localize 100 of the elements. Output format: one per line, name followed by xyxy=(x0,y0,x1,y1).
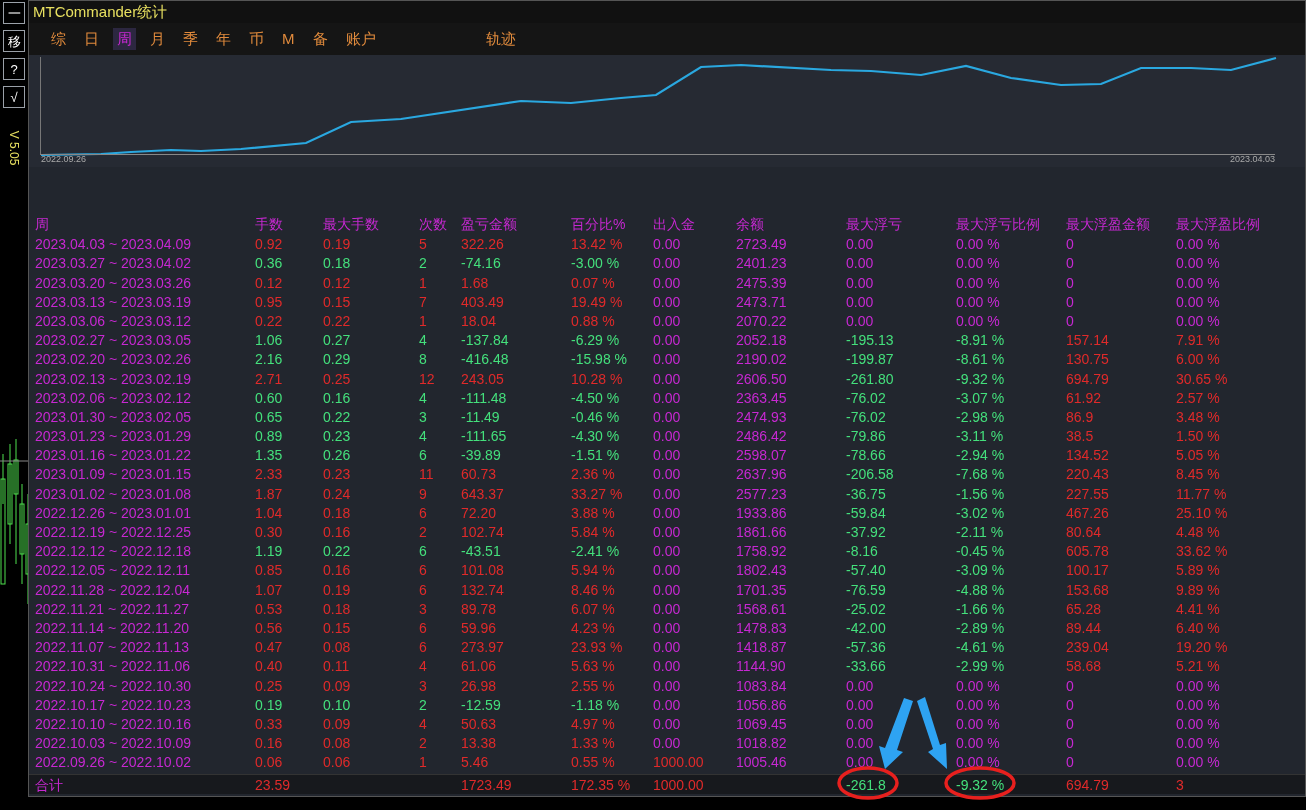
table-cell-text: -37.92 xyxy=(846,523,886,542)
table-cell: 100.17 xyxy=(1066,561,1109,581)
tab[interactable]: 季 xyxy=(179,27,202,51)
table-cell-text: 694.79 xyxy=(1066,776,1109,796)
table-cell: -4.50 % xyxy=(571,388,620,408)
table-cell: -111.65 xyxy=(461,427,507,447)
table-cell: -7.68 % xyxy=(956,465,1005,485)
table-cell: 2577.23 xyxy=(736,484,787,504)
table-cell: 0.00 xyxy=(653,734,681,754)
table-cell: -43.51 xyxy=(461,542,501,562)
tab[interactable]: 综 xyxy=(47,27,70,51)
table-cell: 0.00 xyxy=(653,427,681,447)
side-button[interactable]: 一 xyxy=(3,2,25,24)
table-cell: 5.05 % xyxy=(1176,446,1220,466)
table-cell: -3.09 % xyxy=(956,561,1005,581)
version-label: V 5.05 xyxy=(6,130,22,166)
table-cell: 2363.45 xyxy=(736,388,787,408)
column-header: 百分比% xyxy=(571,215,627,234)
table-cell: 2022.10.24 ~ 2022.10.30 xyxy=(35,676,192,696)
table-cell: 2475.39 xyxy=(736,273,787,293)
table-cell: 0 xyxy=(1066,676,1074,696)
table-cell-text: 0.00 xyxy=(653,407,681,427)
table-cell: 1701.35 xyxy=(736,580,787,600)
table-cell: 9.89 % xyxy=(1176,580,1220,600)
table-cell: 2023.01.23 ~ 2023.01.29 xyxy=(35,427,192,447)
table-cell: 0.08 xyxy=(323,638,351,658)
table-cell: -79.86 xyxy=(846,427,886,447)
table-cell: -4.61 % xyxy=(956,638,1005,658)
table-cell: 26.98 xyxy=(461,676,497,696)
table-cell: 0.00 % xyxy=(956,753,1000,773)
table-cell: 134.52 xyxy=(1066,446,1109,466)
table-cell: -137.84 xyxy=(461,331,509,351)
tab[interactable]: 日 xyxy=(80,27,103,51)
table-cell: 0.92 xyxy=(255,235,283,255)
table-cell: -195.13 xyxy=(846,331,894,351)
table-cell-text: 5.84 % xyxy=(571,523,615,542)
table-cell-text: 0.00 % xyxy=(1176,311,1220,331)
table-cell: 0 xyxy=(1066,273,1074,293)
table-cell: 0.16 xyxy=(255,734,283,754)
side-button[interactable]: 移 xyxy=(3,30,25,52)
table-cell-text: 1 xyxy=(419,311,427,331)
side-button[interactable]: ? xyxy=(3,58,25,80)
tab[interactable]: 轨迹 xyxy=(481,27,520,51)
tab[interactable]: M xyxy=(278,27,299,51)
table-cell-text: 4.23 % xyxy=(571,618,615,638)
table-cell: 0.23 xyxy=(323,427,351,447)
tab[interactable]: 账户 xyxy=(341,27,380,51)
table-cell: -1.51 % xyxy=(571,446,620,466)
table-cell: -1.56 % xyxy=(956,484,1005,504)
table-cell: 2023.03.27 ~ 2023.04.02 xyxy=(35,254,192,274)
tab[interactable]: 币 xyxy=(245,27,268,51)
table-cell: 4 xyxy=(419,427,427,447)
table-cell: 403.49 xyxy=(461,292,504,312)
table-cell-text: 1069.45 xyxy=(736,714,787,734)
table-cell: 2022.12.12 ~ 2022.12.18 xyxy=(35,542,192,562)
table-cell: 89.78 xyxy=(461,599,497,619)
table-cell: 220.43 xyxy=(1066,465,1109,485)
table-cell-text: 23.59 xyxy=(255,776,291,796)
table-cell: 0.19 xyxy=(323,580,351,600)
table-cell: 0.00 xyxy=(653,331,681,351)
table-cell-text: 4 xyxy=(419,714,427,734)
tab[interactable]: 年 xyxy=(212,27,235,51)
table-cell: 1418.87 xyxy=(736,638,787,658)
table-cell: 0.00 xyxy=(653,235,681,255)
table-cell-text: -76.02 xyxy=(846,407,886,427)
table-cell: 0.18 xyxy=(323,503,351,523)
table-cell-text: 0.00 xyxy=(846,714,874,734)
table-cell-text: 0.00 % xyxy=(956,311,1000,331)
column-header: 手数 xyxy=(255,215,284,234)
table-cell: -8.61 % xyxy=(956,350,1005,370)
table-cell: 2023.02.13 ~ 2023.02.19 xyxy=(35,369,192,389)
table-cell: -39.89 xyxy=(461,446,501,466)
table-cell: 11 xyxy=(419,465,434,485)
table-cell: 2023.02.06 ~ 2023.02.12 xyxy=(35,388,192,408)
table-cell: 2023.01.16 ~ 2023.01.22 xyxy=(35,446,192,466)
table-cell: -199.87 xyxy=(846,350,894,370)
table-cell: 5.89 % xyxy=(1176,561,1220,581)
table-cell: 6 xyxy=(419,503,427,523)
table-cell-text: 4.48 % xyxy=(1176,523,1220,542)
table-cell-text: 0.00 % xyxy=(1176,714,1220,734)
table-cell: 153.68 xyxy=(1066,580,1109,600)
table-cell: 1.07 xyxy=(255,580,283,600)
tab[interactable]: 备 xyxy=(308,27,332,51)
table-cell-text: 0.22 xyxy=(255,311,283,331)
table-cell: 0.00 % xyxy=(1176,254,1220,274)
table-cell: 5.94 % xyxy=(571,561,615,581)
table-cell: 33.27 % xyxy=(571,484,623,504)
table-cell: 273.97 xyxy=(461,638,504,658)
table-cell: 7 xyxy=(419,292,427,312)
table-cell: -8.91 % xyxy=(956,331,1005,351)
table-cell: 2598.07 xyxy=(736,446,787,466)
table-cell: -2.99 % xyxy=(956,657,1005,677)
table-cell: 0.00 xyxy=(846,235,874,255)
table-cell: 0.23 xyxy=(323,465,351,485)
table-cell: 13.38 xyxy=(461,734,497,754)
table-cell: 1802.43 xyxy=(736,561,787,581)
tab[interactable]: 月 xyxy=(146,27,169,51)
table-cell-text: 2474.93 xyxy=(736,407,787,427)
table-cell: 11.77 % xyxy=(1176,484,1227,504)
side-button[interactable]: √ xyxy=(3,86,25,108)
